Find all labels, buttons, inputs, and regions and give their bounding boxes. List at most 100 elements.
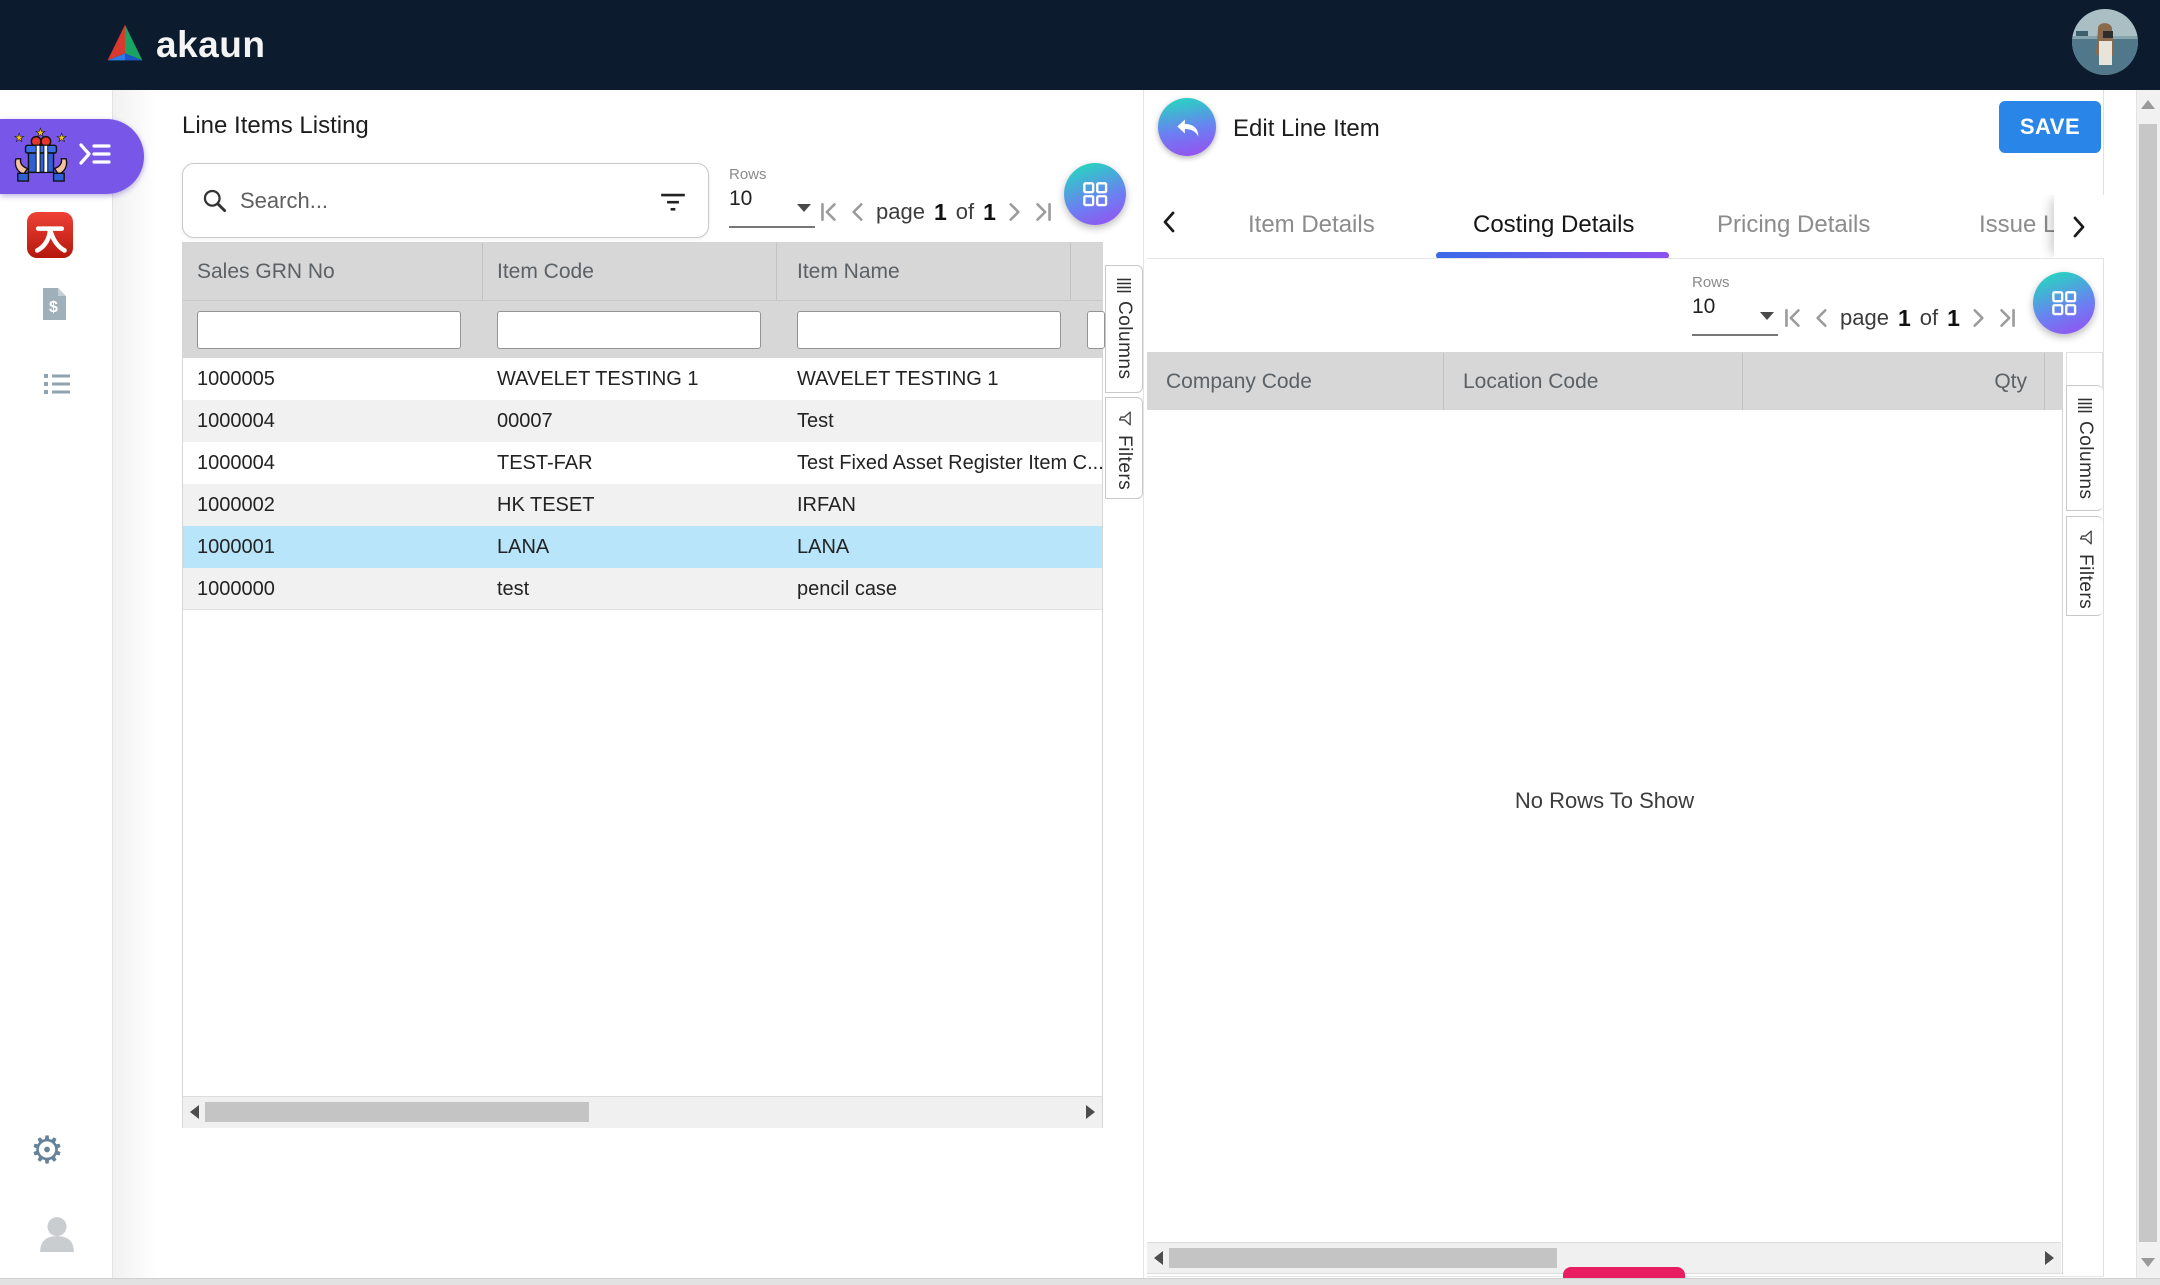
grid-view-button-detail[interactable] xyxy=(2033,272,2095,334)
dai-character-icon xyxy=(30,215,70,255)
rows-per-page-select-detail[interactable]: Rows 10 xyxy=(1692,274,1784,319)
empty-table-message: No Rows To Show xyxy=(1147,788,2062,814)
tabs-scroll-left-icon[interactable] xyxy=(1161,209,1177,235)
user-avatar[interactable] xyxy=(2072,9,2138,75)
sidebar-shadow xyxy=(113,90,175,1285)
col-header-item-name[interactable]: Item Name xyxy=(797,243,900,300)
scroll-right-arrow[interactable] xyxy=(2045,1251,2054,1265)
active-tab-underline xyxy=(1436,252,1669,259)
grid-view-button[interactable] xyxy=(1064,163,1126,225)
svg-text:$: $ xyxy=(49,299,58,316)
brand-logo[interactable]: akaun xyxy=(104,20,265,70)
rows-label: Rows xyxy=(729,166,821,183)
funnel-icon xyxy=(2077,529,2094,546)
col-header-qty[interactable]: Qty xyxy=(1957,353,2027,410)
vertical-scrollbar-thumb[interactable] xyxy=(2139,124,2157,1242)
scroll-left-arrow[interactable] xyxy=(1154,1251,1163,1265)
tab-pricing-details[interactable]: Pricing Details xyxy=(1717,211,1870,239)
of-word: of xyxy=(956,199,974,225)
active-app-pill[interactable]: ★ ★ ★ xyxy=(0,119,144,194)
col-header-location-code[interactable]: Location Code xyxy=(1463,353,1598,410)
chevron-down-icon xyxy=(797,204,811,212)
sidebar-toggle-icon[interactable] xyxy=(78,140,112,173)
first-page-button[interactable] xyxy=(1782,306,1804,330)
tabs-scroll-right[interactable] xyxy=(2054,195,2104,258)
columns-side-tab-detail[interactable]: Columns xyxy=(2066,385,2103,511)
grid-icon xyxy=(2051,290,2078,317)
columns-side-tab[interactable]: Columns xyxy=(1105,265,1143,393)
sidebar xyxy=(0,90,113,1285)
list-icon xyxy=(44,372,70,396)
tab-item-details[interactable]: Item Details xyxy=(1248,211,1375,239)
save-button[interactable]: SAVE xyxy=(1999,101,2101,153)
pagination-detail: page 1 of 1 xyxy=(1782,296,2018,340)
last-page-button[interactable] xyxy=(1032,200,1054,224)
horizontal-scrollbar[interactable] xyxy=(183,1096,1102,1128)
scroll-up-arrow[interactable] xyxy=(2141,100,2155,109)
next-page-button[interactable] xyxy=(1969,306,1987,330)
previous-page-button[interactable] xyxy=(849,200,867,224)
tabs-scroll-right-icon xyxy=(2071,214,2087,240)
top-navbar: akaun xyxy=(0,0,2160,90)
app-root: akaun ★ ★ ★ xyxy=(0,0,2160,1285)
scroll-down-arrow[interactable] xyxy=(2141,1258,2155,1267)
invoice-doc-icon: $ xyxy=(41,287,68,322)
search-icon xyxy=(201,187,228,214)
current-page-number: 1 xyxy=(934,199,947,226)
rows-per-page-select[interactable]: Rows 10 xyxy=(729,166,821,211)
next-page-button[interactable] xyxy=(1005,200,1023,224)
search-input[interactable] xyxy=(240,188,658,214)
col-header-item-code[interactable]: Item Code xyxy=(497,243,594,300)
tab-costing-details[interactable]: Costing Details xyxy=(1473,211,1634,239)
sidebar-item-listing[interactable] xyxy=(44,372,70,396)
svg-text:★: ★ xyxy=(14,132,24,144)
pagination: page 1 of 1 xyxy=(818,190,1054,234)
table-row[interactable]: 1000000 test pencil case xyxy=(183,568,1102,610)
columns-icon xyxy=(1116,278,1132,293)
previous-page-button[interactable] xyxy=(1813,306,1831,330)
line-items-table: Sales GRN No Item Code Item Name 1000005… xyxy=(182,242,1103,1128)
back-button[interactable] xyxy=(1158,98,1216,156)
person-icon xyxy=(38,1216,76,1252)
first-page-button[interactable] xyxy=(818,200,840,224)
filter-input-item-name[interactable] xyxy=(797,311,1061,349)
sidebar-item-billing[interactable]: $ xyxy=(41,287,68,322)
table-row[interactable]: 1000004 TEST-FAR Test Fixed Asset Regist… xyxy=(183,442,1102,484)
page-title: Line Items Listing xyxy=(182,112,369,140)
total-pages: 1 xyxy=(983,199,996,226)
last-page-button[interactable] xyxy=(1996,306,2018,330)
filters-side-tab[interactable]: Filters xyxy=(1105,397,1143,499)
funnel-icon xyxy=(1116,410,1133,427)
col-header-sales-grn-no[interactable]: Sales GRN No xyxy=(197,243,335,300)
page-horizontal-scrollbar[interactable] xyxy=(0,1278,2160,1285)
grid-icon xyxy=(1082,181,1109,208)
table-row[interactable]: 1000004 00007 Test xyxy=(183,400,1102,442)
settings-gear-icon[interactable]: ⚙ xyxy=(30,1128,64,1173)
filter-input-partial[interactable] xyxy=(1087,311,1105,349)
table-row[interactable]: 1000005 WAVELET TESTING 1 WAVELET TESTIN… xyxy=(183,358,1102,400)
akaun-logo-icon xyxy=(104,23,146,68)
page-word: page xyxy=(876,199,925,225)
tab-issue-link[interactable]: Issue Li xyxy=(1979,211,2062,239)
scroll-left-arrow[interactable] xyxy=(190,1105,199,1119)
scrollbar-thumb[interactable] xyxy=(1169,1248,1557,1268)
scrollbar-thumb[interactable] xyxy=(205,1102,589,1122)
table-row-selected[interactable]: 1000001 LANA LANA xyxy=(183,526,1102,568)
costing-table: Company Code Location Code Qty No Rows T… xyxy=(1147,352,2063,1274)
col-header-company-code[interactable]: Company Code xyxy=(1166,353,1312,410)
profile-icon[interactable] xyxy=(38,1216,76,1252)
detail-title: Edit Line Item xyxy=(1233,115,1380,143)
columns-icon xyxy=(2077,398,2093,413)
scroll-right-arrow[interactable] xyxy=(1086,1105,1095,1119)
column-filter-row xyxy=(183,300,1102,358)
filters-side-tab-detail[interactable]: Filters xyxy=(2066,516,2103,616)
filter-input-sales-grn-no[interactable] xyxy=(197,311,461,349)
brand-name: akaun xyxy=(156,24,265,66)
table-header: Company Code Location Code Qty xyxy=(1147,353,2062,410)
table-row[interactable]: 1000002 HK TESET IRFAN xyxy=(183,484,1102,526)
filter-input-item-code[interactable] xyxy=(497,311,761,349)
search-box[interactable] xyxy=(182,163,709,238)
filter-list-icon[interactable] xyxy=(658,188,688,214)
sidebar-item-red-app[interactable] xyxy=(27,212,73,258)
back-arrow-icon xyxy=(1173,113,1201,141)
